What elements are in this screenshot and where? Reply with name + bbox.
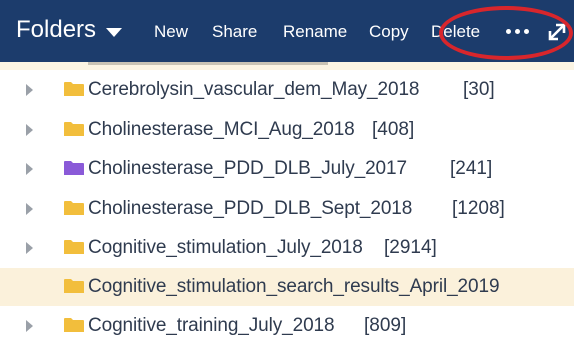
expand-arrow-icon[interactable] — [26, 124, 33, 136]
expand-arrow-icon[interactable] — [26, 203, 33, 215]
folder-name: Cholinesterase_MCI_Aug_2018 — [88, 119, 355, 140]
folder-name: Cholinesterase_PDD_DLB_Sept_2018 — [88, 198, 413, 219]
folder-count: [241] — [450, 158, 493, 179]
share-button[interactable]: Share — [212, 20, 257, 44]
folder-name: Cognitive_stimulation_July_2018 — [88, 237, 363, 258]
folder-row[interactable]: Cognitive_stimulation_search_results_Apr… — [0, 268, 574, 306]
folder-count: [408] — [372, 119, 415, 140]
folder-row[interactable]: Cerebrolysin_vascular_dem_May_2018 [30] — [0, 71, 574, 109]
folder-count: [809] — [364, 315, 407, 336]
folder-row[interactable]: Cognitive_stimulation_July_2018 [2914] — [0, 229, 574, 267]
expand-arrows-icon[interactable] — [545, 20, 569, 44]
folder-name: Cholinesterase_PDD_DLB_July_2017 — [88, 158, 407, 179]
ellipsis-icon[interactable] — [506, 26, 529, 36]
folder-icon — [64, 318, 84, 332]
folders-menu-button[interactable]: Folders — [16, 13, 123, 47]
expand-arrow-icon[interactable] — [26, 320, 33, 332]
folder-count: [2914] — [384, 237, 437, 258]
folder-icon — [64, 122, 84, 136]
folder-name: Cognitive_stimulation_search_results_Apr… — [88, 276, 500, 297]
folder-count: [30] — [463, 79, 495, 100]
expand-arrow-icon[interactable] — [26, 242, 33, 254]
folder-icon — [64, 240, 84, 254]
folder-row[interactable]: Cholinesterase_PDD_DLB_July_2017 [241] — [0, 150, 574, 188]
delete-button[interactable]: Delete — [431, 20, 480, 44]
scrolled-row-remnant — [0, 62, 574, 70]
folder-icon — [64, 201, 84, 215]
folder-count: [1208] — [452, 198, 505, 219]
expand-arrow-icon[interactable] — [26, 163, 33, 175]
folder-name: Cerebrolysin_vascular_dem_May_2018 — [88, 79, 420, 100]
new-button[interactable]: New — [154, 20, 188, 44]
folder-toolbar: Folders New Share Rename Copy Delete — [0, 0, 574, 62]
folders-label: Folders — [16, 16, 97, 43]
expand-arrow-icon[interactable] — [26, 84, 33, 96]
folder-row[interactable]: Cholinesterase_PDD_DLB_Sept_2018 [1208] — [0, 190, 574, 228]
copy-button[interactable]: Copy — [369, 20, 409, 44]
caret-down-icon — [106, 27, 123, 37]
rename-button[interactable]: Rename — [283, 20, 347, 44]
folder-row[interactable]: Cognitive_training_July_2018 [809] — [0, 307, 574, 345]
folder-row[interactable]: Cholinesterase_MCI_Aug_2018 [408] — [0, 111, 574, 149]
folder-icon — [64, 279, 84, 293]
folder-icon — [64, 82, 84, 96]
folder-icon — [64, 161, 84, 175]
folder-name: Cognitive_training_July_2018 — [88, 315, 335, 336]
